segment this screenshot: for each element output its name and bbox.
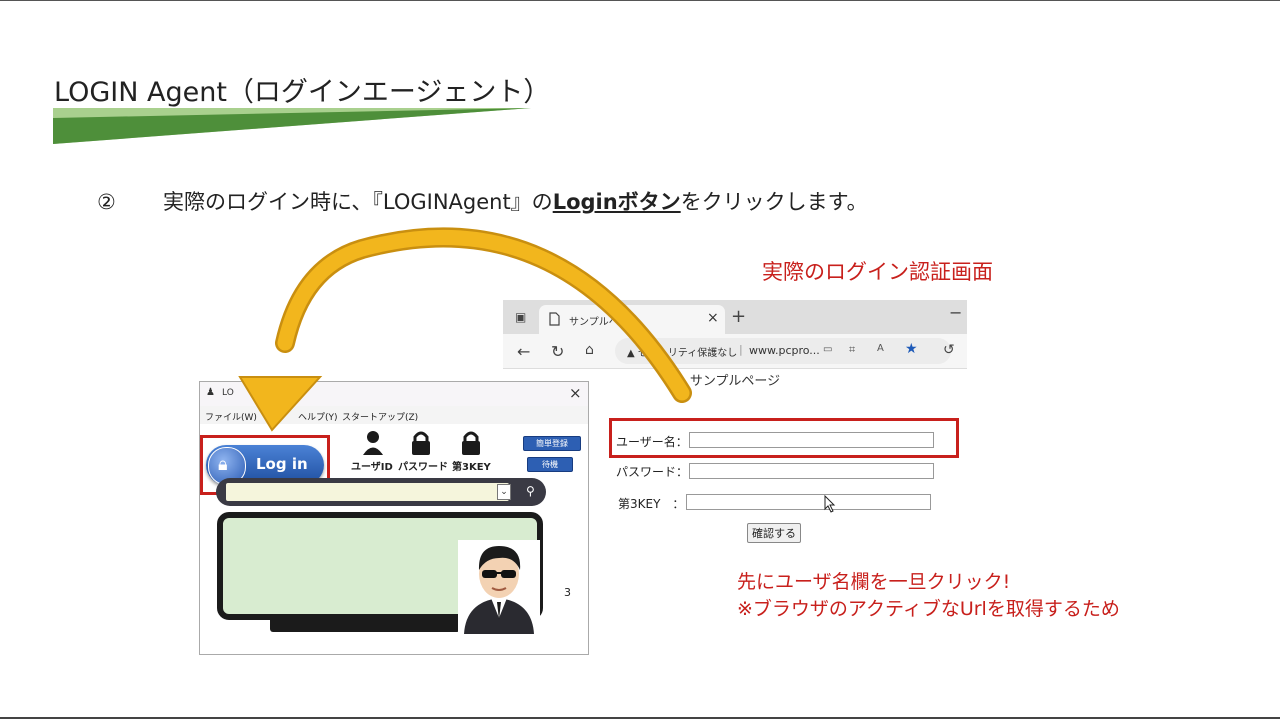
mouse-cursor-icon bbox=[824, 495, 836, 513]
password-label: パスワード： bbox=[616, 465, 689, 479]
step-instruction: ② 実際のログイン時に、『LOGINAgent』のLoginボタンをクリックします… bbox=[97, 186, 868, 216]
user-icon: ♟ bbox=[206, 387, 215, 398]
extensions-icon[interactable]: ↺ bbox=[943, 342, 955, 358]
address-divider: | bbox=[739, 343, 743, 356]
auth-screen-caption: 実際のログイン認証画面 bbox=[762, 260, 993, 284]
quick-register-button[interactable]: 簡単登録 bbox=[523, 436, 581, 451]
top-border bbox=[0, 0, 1280, 1]
read-mode-icon[interactable]: ▭ bbox=[823, 344, 832, 355]
title-underline-bar bbox=[53, 108, 531, 144]
step-number: ② bbox=[97, 190, 116, 214]
agent-avatar-icon bbox=[458, 540, 540, 634]
url-text: www.pcpro... bbox=[749, 344, 820, 357]
apps-icon[interactable]: ⌗ bbox=[849, 343, 855, 357]
confirm-button[interactable]: 確認する bbox=[747, 523, 801, 543]
curved-arrow-icon bbox=[238, 227, 692, 432]
third-key-label-app: 第3KEY bbox=[452, 462, 491, 473]
step-text-emphasis: Loginボタン bbox=[552, 190, 681, 214]
slide-title: LOGIN Agent（ログインエージェント） bbox=[54, 77, 551, 108]
note-text: 先にユーザ名欄を一旦クリック! ※ブラウザのアクティブなUrlを取得するため bbox=[737, 569, 1120, 623]
user-id-label: ユーザID bbox=[351, 462, 393, 473]
password-label-app: パスワード bbox=[398, 462, 448, 473]
tab-close-button[interactable]: × bbox=[707, 310, 719, 326]
monitor-stand bbox=[270, 614, 460, 632]
third-key-label: 第3KEY ： bbox=[618, 497, 685, 511]
minimize-button[interactable]: − bbox=[949, 303, 962, 322]
star-icon[interactable]: ★ bbox=[905, 341, 918, 357]
url-dropdown-button[interactable]: ⌄ bbox=[497, 484, 511, 500]
standby-button[interactable]: 待機 bbox=[527, 457, 573, 472]
step-text-after: をクリックします。 bbox=[680, 190, 868, 214]
read-aloud-icon[interactable]: A bbox=[877, 343, 884, 354]
third-key-field[interactable] bbox=[686, 494, 931, 510]
bottom-border bbox=[0, 717, 1280, 719]
password-field[interactable] bbox=[689, 463, 934, 479]
side-number: 3 bbox=[564, 586, 571, 599]
step-text-before: 実際のログイン時に、『LOGINAgent』の bbox=[163, 190, 553, 214]
pin-icon[interactable]: ⚲ bbox=[526, 484, 535, 498]
app-url-input[interactable] bbox=[226, 483, 509, 501]
new-tab-button[interactable]: + bbox=[731, 306, 746, 327]
note-line-1: 先にユーザ名欄を一旦クリック! bbox=[737, 571, 1011, 593]
note-line-2: ※ブラウザのアクティブなUrlを取得するため bbox=[737, 598, 1120, 620]
